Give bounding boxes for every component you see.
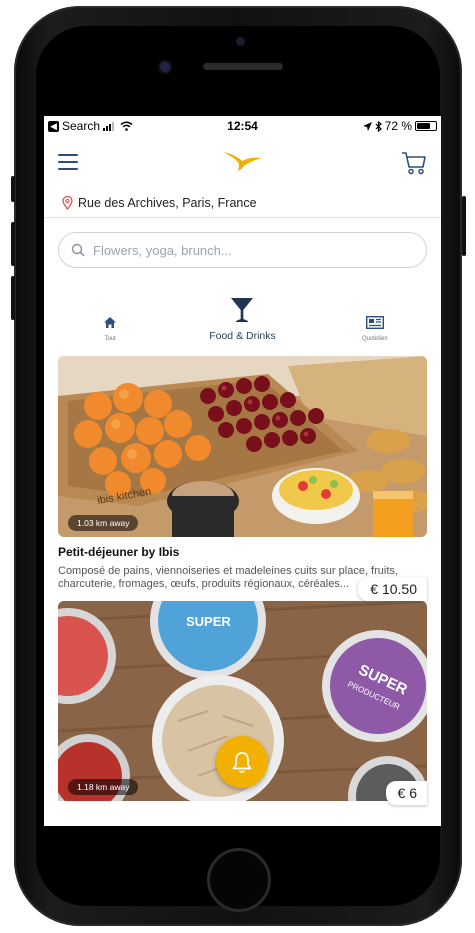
shopping-cart-icon[interactable] (401, 150, 427, 176)
tab-tout[interactable]: Tout (55, 316, 165, 342)
search-input[interactable] (93, 242, 393, 258)
tab-quotidien[interactable]: Quotidien (320, 316, 430, 342)
breakfast-photo: ibis kitchen 1.03 km away (58, 356, 427, 537)
home-button[interactable] (207, 848, 271, 912)
status-right: 72 % (362, 119, 437, 133)
search-bar[interactable] (58, 232, 427, 268)
volume-down-button (11, 276, 15, 320)
tab-food-drinks[interactable]: Food & Drinks (187, 297, 297, 342)
offer-card[interactable]: ibis kitchen 1.03 km away € 10.50 Petit-… (58, 356, 427, 601)
category-tabs: Tout Food & Drinks Quotidien (44, 268, 441, 356)
battery-percentage: 72 % (384, 119, 412, 133)
price-tag: € 10.50 (358, 577, 427, 601)
location-arrow-icon (362, 121, 372, 131)
location-text: Rue des Archives, Paris, France (78, 195, 257, 210)
distance-badge: 1.03 km away (68, 515, 139, 531)
app-screen: ◀ Search 12:54 72 % Rue des Archives, Pa… (44, 116, 441, 826)
front-camera (160, 62, 170, 72)
camera-dot (236, 37, 245, 46)
map-pin-icon (62, 195, 73, 210)
bluetooth-icon (375, 120, 382, 132)
volume-up-button (11, 222, 15, 266)
tab-quotidien-label: Quotidien (361, 336, 388, 342)
breakfast-illustration: ibis kitchen (58, 356, 427, 537)
mute-switch (11, 176, 15, 202)
search-icon (71, 243, 85, 257)
tab-food-drinks-label: Food & Drinks (209, 330, 276, 342)
hamburger-menu-icon[interactable] (58, 154, 78, 170)
tab-tout-label: Tout (104, 336, 116, 342)
home-icon (104, 317, 117, 328)
offer-title: Petit-déjeuner by Ibis (58, 545, 180, 559)
app-header (44, 136, 441, 188)
jar-label-blue: SUPER (186, 614, 231, 629)
search-container (44, 218, 441, 268)
location-bar[interactable]: Rue des Archives, Paris, France (44, 188, 441, 218)
newspaper-icon (365, 316, 384, 329)
cocktail-glass-icon (231, 298, 254, 322)
distance-badge: 1.18 km away (68, 779, 139, 795)
status-bar: ◀ Search 12:54 72 % (44, 116, 441, 136)
earpiece-speaker (203, 63, 283, 70)
bird-logo-icon[interactable] (222, 148, 264, 172)
price-tag: € 6 (385, 781, 427, 805)
bell-icon (232, 752, 252, 773)
battery-icon (415, 121, 437, 131)
notification-bell-button[interactable] (216, 736, 268, 788)
power-button (462, 196, 466, 256)
